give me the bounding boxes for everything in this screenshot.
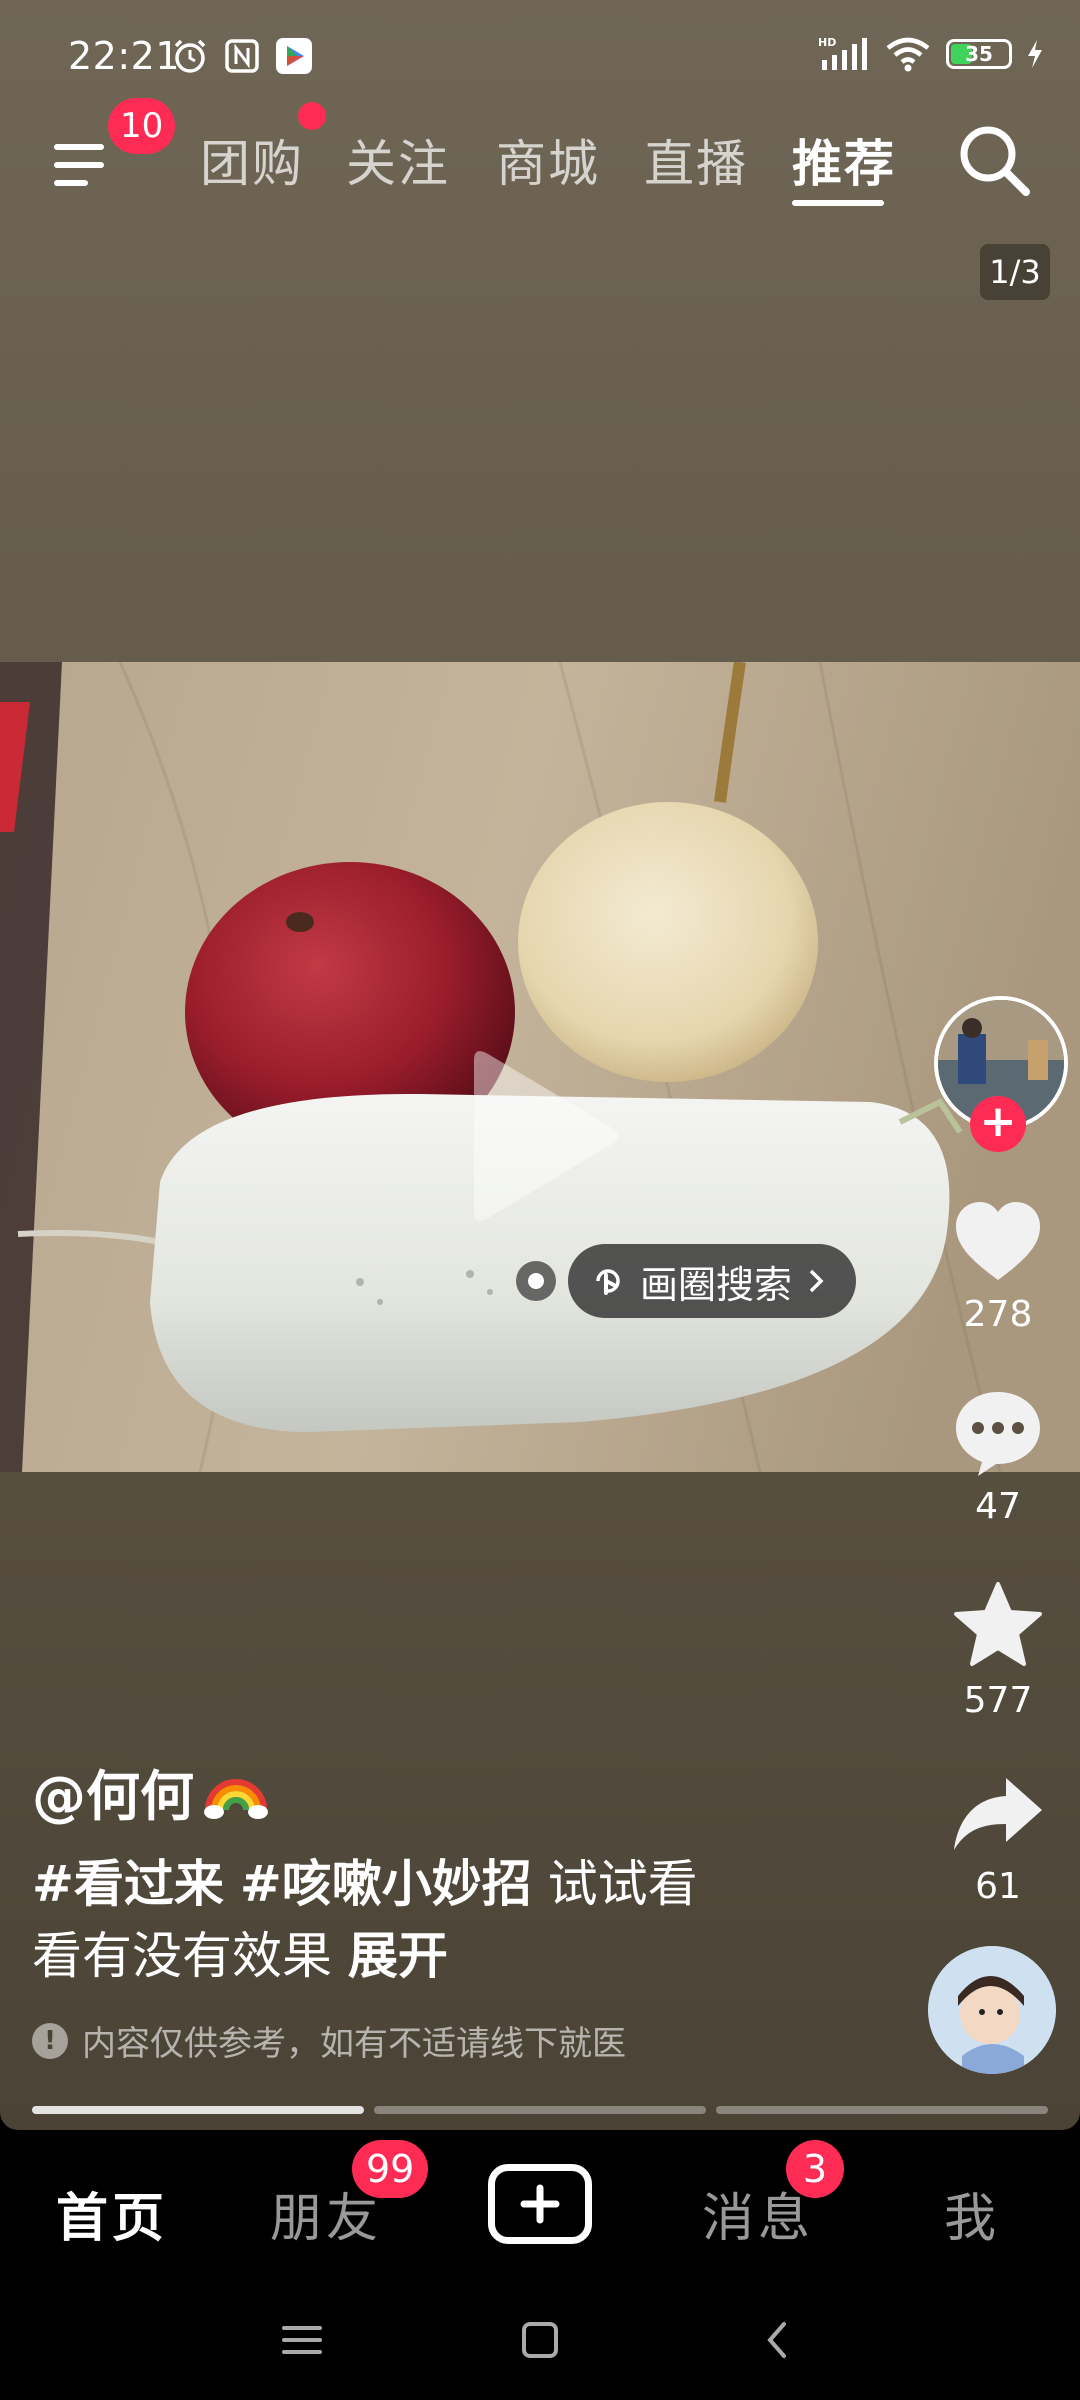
tab-live[interactable]: 直播 — [644, 124, 748, 196]
nav-me[interactable]: 我 — [944, 2176, 1000, 2251]
hashtag[interactable]: #看过来 — [32, 1855, 224, 1913]
author-name[interactable]: @何何 — [32, 1752, 268, 1831]
caption-text: 试试看 — [547, 1855, 698, 1913]
star-icon[interactable] — [950, 1578, 1046, 1674]
plus-icon — [520, 2184, 560, 2224]
home-square-icon[interactable] — [510, 2310, 570, 2370]
charging-icon — [1028, 40, 1042, 68]
hd-signal-icon: HD — [818, 36, 867, 70]
menu-notification-badge: 10 — [108, 98, 176, 154]
circle-search-dot — [516, 1261, 556, 1301]
share-count: 61 — [975, 1866, 1021, 1907]
battery-icon: 35 — [946, 39, 1012, 69]
image-page-indicator: 1/3 — [980, 244, 1050, 300]
play-icon[interactable] — [462, 1046, 622, 1226]
system-nav-bar — [0, 2272, 1080, 2400]
caption-text: 看有没有效果 — [32, 1927, 332, 1985]
back-icon[interactable] — [748, 2310, 808, 2370]
comment-icon[interactable] — [950, 1384, 1046, 1480]
rainbow-emoji-icon — [204, 1778, 268, 1819]
favorite-count: 577 — [963, 1680, 1033, 1721]
tab-following[interactable]: 关注 — [346, 124, 450, 196]
group-buy-red-dot — [298, 102, 326, 130]
progress-segment — [32, 2106, 364, 2114]
status-time: 22:21 — [68, 34, 181, 78]
tab-recommended[interactable]: 推荐 — [792, 124, 896, 196]
expand-link[interactable]: 展开 — [348, 1927, 448, 1985]
publish-button[interactable] — [488, 2164, 592, 2244]
circle-search-button[interactable]: 画圈搜索 — [568, 1244, 857, 1318]
progress-segment — [374, 2106, 706, 2114]
circle-search-label: 画圈搜索 — [640, 1262, 793, 1307]
status-bar: 22:21 HD 35 — [0, 0, 1080, 116]
alarm-icon — [174, 39, 206, 73]
tab-mall[interactable]: 商城 — [496, 124, 600, 196]
friends-badge: 99 — [352, 2140, 429, 2198]
tab-group-buy[interactable]: 团购 — [200, 124, 304, 196]
video-feed[interactable]: 22:21 HD 35 团购 关注 商城 直播 推荐 10 1/3 画圈搜索 +… — [0, 0, 1080, 2130]
status-icons-left — [170, 36, 314, 76]
svg-text:HD: HD — [818, 36, 836, 49]
music-disc[interactable] — [928, 1946, 1056, 2074]
disclaimer: ! 内容仅供参考，如有不适请线下就医 — [32, 2016, 626, 2065]
share-icon[interactable] — [950, 1768, 1046, 1864]
circle-search[interactable]: 画圈搜索 — [516, 1244, 857, 1318]
like-count: 278 — [963, 1294, 1033, 1335]
wifi-icon — [886, 37, 930, 72]
disclaimer-text: 内容仅供参考，如有不适请线下就医 — [82, 2024, 626, 2064]
comment-count: 47 — [975, 1486, 1021, 1527]
play-store-icon — [276, 38, 312, 74]
post-caption[interactable]: #看过来 #咳嗽小妙招 试试看 看有没有效果 展开 — [32, 1848, 792, 1992]
chevron-right-icon — [809, 1269, 824, 1293]
hashtag[interactable]: #咳嗽小妙招 — [240, 1855, 532, 1913]
search-icon[interactable] — [952, 118, 1036, 202]
nfc-icon — [225, 39, 259, 73]
follow-plus-button[interactable]: + — [970, 1096, 1026, 1152]
recent-apps-icon[interactable] — [272, 2310, 332, 2370]
messages-badge: 3 — [786, 2140, 844, 2198]
status-icons-right: HD 35 — [818, 36, 1044, 72]
nav-home[interactable]: 首页 — [56, 2176, 168, 2251]
heart-icon[interactable] — [950, 1194, 1046, 1290]
active-tab-underline — [792, 200, 884, 206]
progress-segment — [716, 2106, 1048, 2114]
info-icon: ! — [32, 2022, 68, 2059]
image-progress — [32, 2106, 1048, 2114]
circle-gesture-icon — [596, 1269, 620, 1295]
